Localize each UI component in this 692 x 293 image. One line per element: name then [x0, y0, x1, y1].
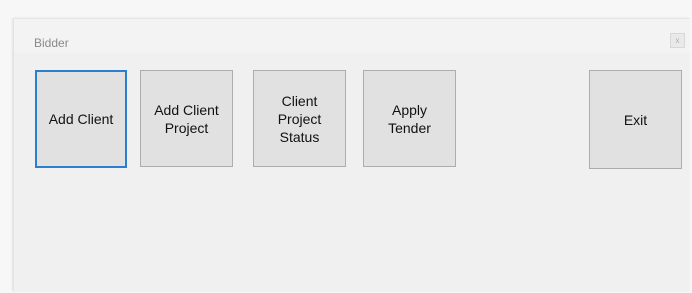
window-title: Bidder: [34, 36, 69, 50]
exit-button[interactable]: Exit: [589, 70, 682, 169]
apply-tender-button[interactable]: Apply Tender: [363, 70, 456, 167]
add-client-project-button[interactable]: Add Client Project: [140, 70, 233, 167]
page: Bidder x Add Client Add Client Project C…: [0, 0, 692, 293]
title-bar[interactable]: Bidder x: [14, 19, 690, 53]
add-client-button[interactable]: Add Client: [35, 70, 127, 168]
client-project-status-button[interactable]: Client Project Status: [253, 70, 346, 167]
close-icon[interactable]: x: [670, 33, 685, 48]
